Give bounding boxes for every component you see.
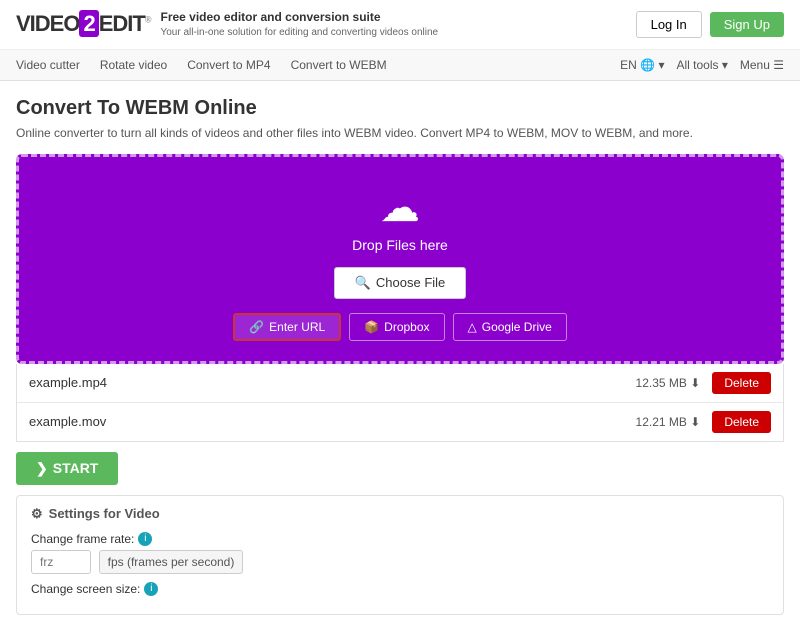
frame-rate-label: Change frame rate: i (31, 532, 769, 546)
signup-button[interactable]: Sign Up (710, 12, 784, 37)
upload-cloud-icon: ☁ (35, 185, 765, 231)
google-drive-icon: △ (468, 320, 477, 334)
logo: VIDEO2EDIT® (16, 11, 150, 37)
main-content: Convert To WEBM Online Online converter … (0, 81, 800, 631)
nav-right: EN 🌐 ▾ All tools ▾ Menu ☰ (620, 58, 784, 72)
start-button[interactable]: ❯ START (16, 452, 118, 485)
delete-button[interactable]: Delete (712, 411, 771, 433)
dropbox-icon: 📦 (364, 320, 379, 334)
logo-area: VIDEO2EDIT® Free video editor and conver… (16, 10, 438, 39)
file-name: example.mov (29, 414, 636, 429)
table-row: example.mp4 12.35 MB ⬇ Delete (17, 364, 783, 403)
tagline-sub: Your all-in-one solution for editing and… (160, 26, 438, 39)
file-name: example.mp4 (29, 375, 636, 390)
nav-item-rotate-video[interactable]: Rotate video (100, 58, 167, 72)
search-icon: 🔍 (355, 275, 371, 291)
chevron-right-icon: ❯ (36, 460, 48, 477)
all-tools-menu[interactable]: All tools ▾ (676, 58, 727, 72)
delete-button[interactable]: Delete (712, 372, 771, 394)
google-drive-button[interactable]: △ Google Drive (453, 313, 567, 341)
screen-size-label: Change screen size: i (31, 582, 769, 596)
nav-item-video-cutter[interactable]: Video cutter (16, 58, 80, 72)
logo-video: VIDEO (16, 11, 79, 36)
file-size: 12.35 MB ⬇ (636, 376, 701, 390)
login-button[interactable]: Log In (636, 11, 702, 38)
nav-item-convert-mp4[interactable]: Convert to MP4 (187, 58, 270, 72)
gear-icon: ⚙ (31, 506, 43, 522)
page-description: Online converter to turn all kinds of vi… (16, 126, 784, 140)
menu-button[interactable]: Menu ☰ (740, 58, 784, 72)
settings-section: ⚙ Settings for Video Change frame rate: … (16, 495, 784, 615)
frame-rate-unit: fps (frames per second) (99, 550, 244, 574)
header: VIDEO2EDIT® Free video editor and conver… (0, 0, 800, 50)
table-row: example.mov 12.21 MB ⬇ Delete (17, 403, 783, 441)
enter-url-button[interactable]: 🔗 Enter URL (233, 313, 341, 341)
logo-tagline: Free video editor and conversion suite Y… (160, 10, 438, 39)
nav-item-convert-webm[interactable]: Convert to WEBM (291, 58, 387, 72)
info-icon[interactable]: i (144, 582, 158, 596)
screen-size-row: Change screen size: i (31, 582, 769, 596)
nav: Video cutter Rotate video Convert to MP4… (0, 50, 800, 81)
logo-two: 2 (79, 10, 98, 37)
frame-rate-input[interactable] (31, 550, 91, 574)
choose-file-button[interactable]: 🔍 Choose File (334, 267, 467, 299)
upload-area: ☁ Drop Files here 🔍 Choose File 🔗 Enter … (16, 154, 784, 364)
file-size: 12.21 MB ⬇ (636, 415, 701, 429)
source-buttons: 🔗 Enter URL 📦 Dropbox △ Google Drive (35, 313, 765, 341)
drop-files-text: Drop Files here (35, 237, 765, 253)
page-title: Convert To WEBM Online (16, 97, 784, 120)
frame-rate-row: Change frame rate: i fps (frames per sec… (31, 532, 769, 574)
file-list: example.mp4 12.35 MB ⬇ Delete example.mo… (16, 364, 784, 442)
dropbox-button[interactable]: 📦 Dropbox (349, 313, 444, 341)
tagline-main: Free video editor and conversion suite (160, 10, 438, 26)
link-icon: 🔗 (249, 320, 264, 334)
info-icon[interactable]: i (138, 532, 152, 546)
language-selector[interactable]: EN 🌐 ▾ (620, 58, 664, 72)
header-buttons: Log In Sign Up (636, 11, 784, 38)
logo-edit: EDIT (99, 11, 145, 36)
settings-title: ⚙ Settings for Video (31, 506, 769, 522)
